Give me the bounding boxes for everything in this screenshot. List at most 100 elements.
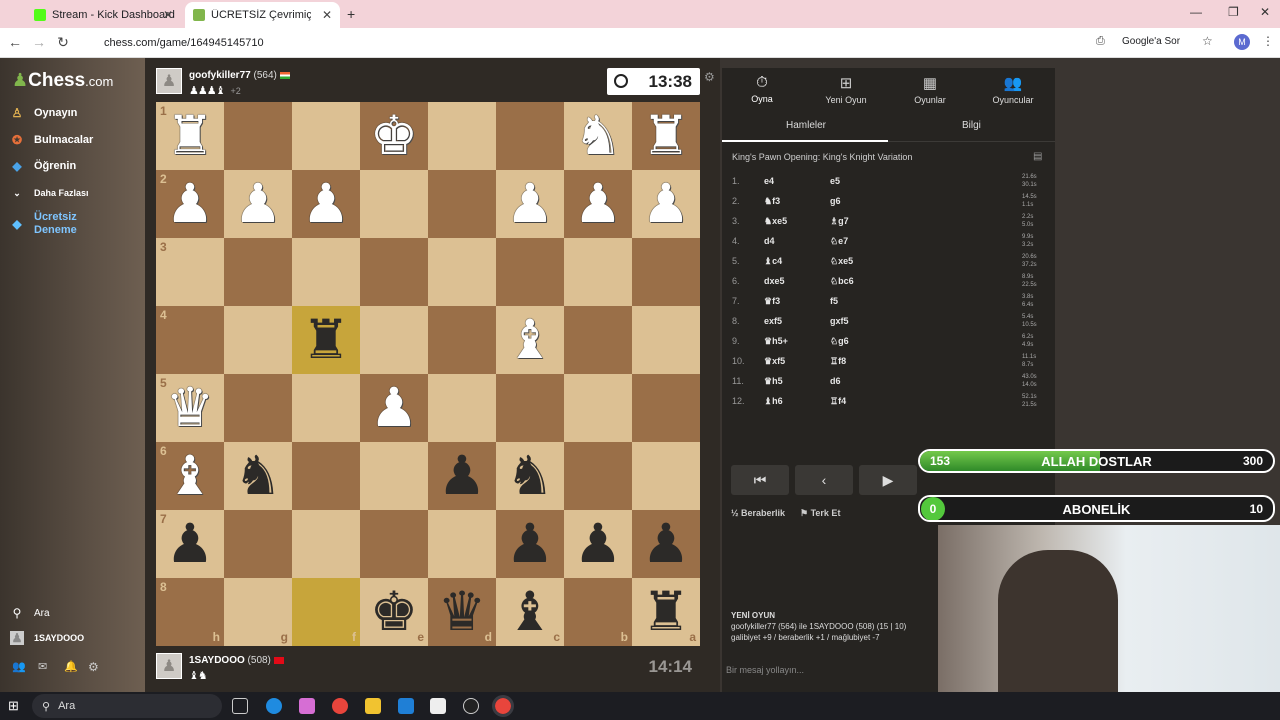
white-move[interactable]: ♝c4 bbox=[764, 256, 782, 267]
board-square[interactable]: ♟ bbox=[564, 510, 632, 578]
board-square[interactable] bbox=[428, 510, 496, 578]
restore-icon[interactable]: ❐ bbox=[1228, 5, 1239, 19]
settings-icon[interactable]: ⚙ bbox=[88, 660, 99, 674]
board-square[interactable]: ♟ bbox=[632, 170, 700, 238]
board-square[interactable] bbox=[360, 238, 428, 306]
tab-chess[interactable]: ÜCRETSİZ Çevrimiçi Satranç ✕ bbox=[185, 2, 340, 28]
white-piece[interactable]: ♟ bbox=[632, 170, 700, 238]
board-square[interactable]: f bbox=[292, 578, 360, 646]
tab-games[interactable]: ▦ Oyunlar bbox=[890, 74, 970, 105]
black-piece[interactable]: ♟ bbox=[428, 442, 496, 510]
new-tab-icon[interactable]: + bbox=[347, 6, 355, 22]
black-piece[interactable]: ♜ bbox=[632, 578, 700, 646]
board-square[interactable]: 7 ♟ bbox=[156, 510, 224, 578]
reload-icon[interactable]: ↻ bbox=[54, 34, 72, 51]
board-square[interactable] bbox=[224, 238, 292, 306]
top-player-name-row[interactable]: goofykiller77 (564) bbox=[189, 70, 290, 81]
white-move[interactable]: exf5 bbox=[764, 316, 782, 326]
chat-input[interactable]: Bir mesaj yollayın... bbox=[726, 665, 804, 675]
previous-move-button[interactable]: ‹ bbox=[795, 465, 853, 495]
white-move[interactable]: d4 bbox=[764, 236, 775, 246]
board-square[interactable] bbox=[224, 510, 292, 578]
board-square[interactable]: 2 ♟ bbox=[156, 170, 224, 238]
board-square[interactable] bbox=[292, 238, 360, 306]
database-icon[interactable]: ▤ bbox=[1033, 151, 1042, 162]
board-square[interactable]: e ♚ bbox=[360, 578, 428, 646]
black-move[interactable]: ♘bc6 bbox=[830, 276, 854, 287]
black-move[interactable]: ♗g7 bbox=[830, 216, 849, 227]
google-ask-button[interactable]: Google'a Sor bbox=[1122, 36, 1180, 47]
board-square[interactable] bbox=[564, 306, 632, 374]
board-square[interactable] bbox=[224, 102, 292, 170]
board-square[interactable]: 1 ♜ bbox=[156, 102, 224, 170]
top-player-avatar[interactable]: ♟ bbox=[156, 68, 182, 94]
resign-button[interactable]: ⚑ Terk Et bbox=[800, 508, 840, 519]
bookmark-icon[interactable]: ☆ bbox=[1202, 34, 1213, 48]
board-square[interactable]: b bbox=[564, 578, 632, 646]
bell-icon[interactable]: 🔔 bbox=[64, 660, 78, 673]
subtab-info[interactable]: Bilgi bbox=[962, 120, 981, 131]
black-piece[interactable]: ♞ bbox=[496, 442, 564, 510]
tab-players[interactable]: 👥 Oyuncular bbox=[973, 74, 1053, 105]
windows-start-icon[interactable]: ⊞ bbox=[8, 698, 19, 714]
board-square[interactable] bbox=[428, 306, 496, 374]
close-icon[interactable]: ✕ bbox=[163, 8, 173, 22]
board-square[interactable] bbox=[496, 238, 564, 306]
board-square[interactable]: 5 ♛ bbox=[156, 374, 224, 442]
board-square[interactable]: g bbox=[224, 578, 292, 646]
task-view-icon[interactable] bbox=[232, 698, 248, 714]
board-square[interactable] bbox=[632, 238, 700, 306]
board-square[interactable] bbox=[496, 374, 564, 442]
board-square[interactable]: 6 ♝ bbox=[156, 442, 224, 510]
board-square[interactable] bbox=[292, 442, 360, 510]
url-field[interactable]: chess.com/game/164945145710 bbox=[80, 31, 1170, 55]
board-square[interactable]: ♜ bbox=[292, 306, 360, 374]
black-move[interactable]: e5 bbox=[830, 176, 840, 186]
black-move[interactable]: ♘e7 bbox=[830, 236, 848, 247]
board-square[interactable] bbox=[564, 374, 632, 442]
mail-icon[interactable]: ✉ bbox=[38, 660, 47, 673]
board-square[interactable] bbox=[496, 102, 564, 170]
white-piece[interactable]: ♟ bbox=[224, 170, 292, 238]
back-icon[interactable]: ← bbox=[6, 34, 24, 50]
outlook-icon[interactable] bbox=[398, 698, 414, 714]
black-piece[interactable]: ♚ bbox=[360, 578, 428, 646]
white-move[interactable]: e4 bbox=[764, 176, 774, 186]
white-piece[interactable]: ♝ bbox=[156, 442, 224, 510]
black-piece[interactable]: ♟ bbox=[496, 510, 564, 578]
board-square[interactable] bbox=[292, 102, 360, 170]
board-square[interactable] bbox=[360, 170, 428, 238]
board-square[interactable]: ♚ bbox=[360, 102, 428, 170]
board-square[interactable] bbox=[632, 442, 700, 510]
board-square[interactable]: ♞ bbox=[224, 442, 292, 510]
white-piece[interactable]: ♟ bbox=[496, 170, 564, 238]
board-square[interactable]: ♟ bbox=[496, 510, 564, 578]
board-square[interactable] bbox=[360, 306, 428, 374]
white-move[interactable]: ♛xf5 bbox=[764, 356, 785, 367]
black-move[interactable]: g6 bbox=[830, 196, 841, 206]
board-square[interactable]: a ♜ bbox=[632, 578, 700, 646]
board-square[interactable]: ♝ bbox=[496, 306, 564, 374]
board-settings-icon[interactable]: ⚙ bbox=[704, 70, 715, 84]
board-square[interactable]: ♞ bbox=[496, 442, 564, 510]
taskbar-search[interactable]: ⚲ Ara bbox=[32, 694, 222, 718]
sidebar-item-more[interactable]: ⌄ Daha Fazlası bbox=[10, 186, 88, 200]
board-square[interactable]: 3 bbox=[156, 238, 224, 306]
sidebar-search[interactable]: ⚲ Ara bbox=[10, 606, 50, 620]
white-piece[interactable]: ♜ bbox=[156, 102, 224, 170]
black-piece[interactable]: ♞ bbox=[224, 442, 292, 510]
white-move[interactable]: ♛h5 bbox=[764, 376, 783, 387]
board-square[interactable] bbox=[292, 374, 360, 442]
profile-avatar[interactable]: M bbox=[1234, 34, 1250, 50]
board-square[interactable]: ♞ bbox=[564, 102, 632, 170]
file-explorer-icon[interactable] bbox=[365, 698, 381, 714]
black-piece[interactable]: ♛ bbox=[428, 578, 496, 646]
board-square[interactable] bbox=[564, 238, 632, 306]
bottom-player-avatar[interactable]: ♟ bbox=[156, 653, 182, 679]
black-move[interactable]: ♘g6 bbox=[830, 336, 849, 347]
obs-icon[interactable] bbox=[463, 698, 479, 714]
white-move[interactable]: ♞xe5 bbox=[764, 216, 787, 227]
minimize-icon[interactable]: — bbox=[1190, 5, 1202, 19]
forward-icon[interactable]: → bbox=[30, 34, 48, 50]
board-square[interactable] bbox=[428, 374, 496, 442]
